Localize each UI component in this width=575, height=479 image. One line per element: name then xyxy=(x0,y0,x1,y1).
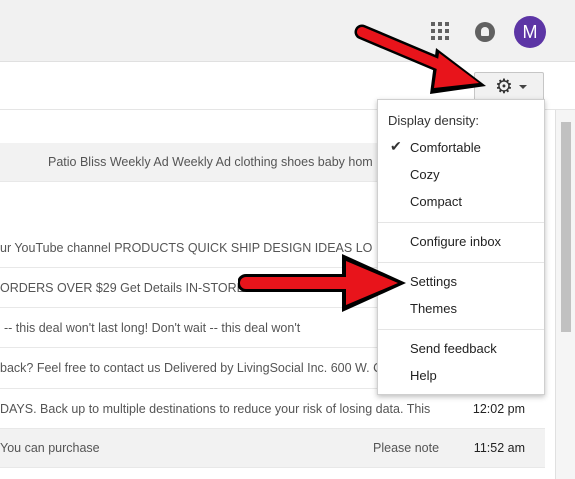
menu-item-configure-inbox[interactable]: Configure inbox xyxy=(410,231,540,253)
annotation-arrow-gear-icon xyxy=(354,24,486,94)
email-time: 12:02 pm xyxy=(472,402,525,416)
email-time: 11:52 am xyxy=(473,441,525,455)
menu-item-compact[interactable]: Compact xyxy=(410,191,540,213)
email-snippet: DAYS. Back up to multiple destinations t… xyxy=(0,402,431,416)
menu-item-comfortable[interactable]: Comfortable xyxy=(410,137,540,159)
scrollbar[interactable] xyxy=(555,110,575,479)
menu-item-help[interactable]: Help xyxy=(410,365,540,387)
avatar[interactable]: M xyxy=(514,16,546,48)
display-density-heading: Display density: xyxy=(388,113,480,128)
email-row[interactable]: DAYS. Back up to multiple destinations t… xyxy=(0,389,545,429)
gear-icon: ⚙ xyxy=(495,76,513,98)
scrollbar-thumb[interactable] xyxy=(561,122,571,332)
email-snippet: You can purchase xyxy=(0,441,100,455)
email-row[interactable]: You can purchase Please note 11:52 am xyxy=(0,429,545,468)
checkmark-icon: ✔ xyxy=(390,138,402,154)
email-snippet: Patio Bliss Weekly Ad Weekly Ad clothing… xyxy=(48,155,373,169)
menu-item-cozy[interactable]: Cozy xyxy=(410,164,540,186)
settings-menu: Display density: ✔ Comfortable Cozy Comp… xyxy=(377,99,545,395)
menu-item-settings[interactable]: Settings xyxy=(410,271,540,293)
menu-divider xyxy=(378,329,544,330)
menu-divider xyxy=(378,222,544,223)
menu-item-themes[interactable]: Themes xyxy=(410,298,540,320)
annotation-arrow-settings-icon xyxy=(238,254,406,312)
email-note: Please note xyxy=(373,441,440,455)
chevron-down-icon xyxy=(519,85,527,89)
menu-item-send-feedback[interactable]: Send feedback xyxy=(410,338,540,360)
email-snippet: back? Feel free to contact us Delivered … xyxy=(0,361,383,375)
